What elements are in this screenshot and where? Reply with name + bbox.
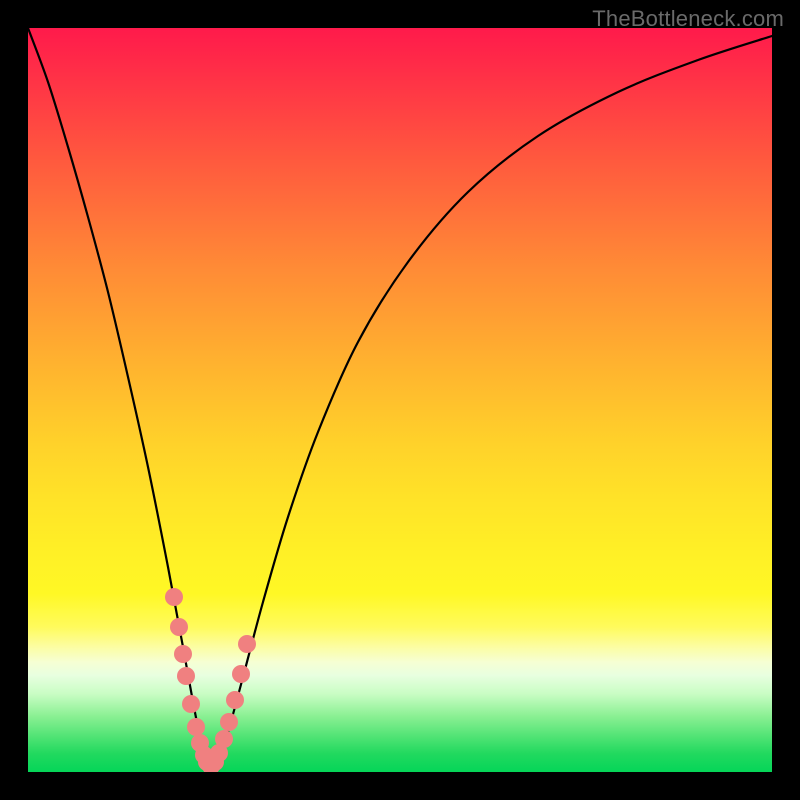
highlight-marker [174, 645, 192, 663]
highlight-marker [215, 730, 233, 748]
highlight-marker [182, 695, 200, 713]
highlight-marker [238, 635, 256, 653]
highlight-marker [232, 665, 250, 683]
chart-frame: TheBottleneck.com [0, 0, 800, 800]
highlight-markers [165, 588, 256, 772]
bottleneck-curve-svg [28, 28, 772, 772]
highlight-marker [226, 691, 244, 709]
highlight-marker [165, 588, 183, 606]
highlight-marker [170, 618, 188, 636]
bottleneck-curve-path [28, 28, 772, 768]
highlight-marker [187, 718, 205, 736]
watermark-text: TheBottleneck.com [592, 6, 784, 32]
highlight-marker [177, 667, 195, 685]
plot-area [28, 28, 772, 772]
highlight-marker [220, 713, 238, 731]
